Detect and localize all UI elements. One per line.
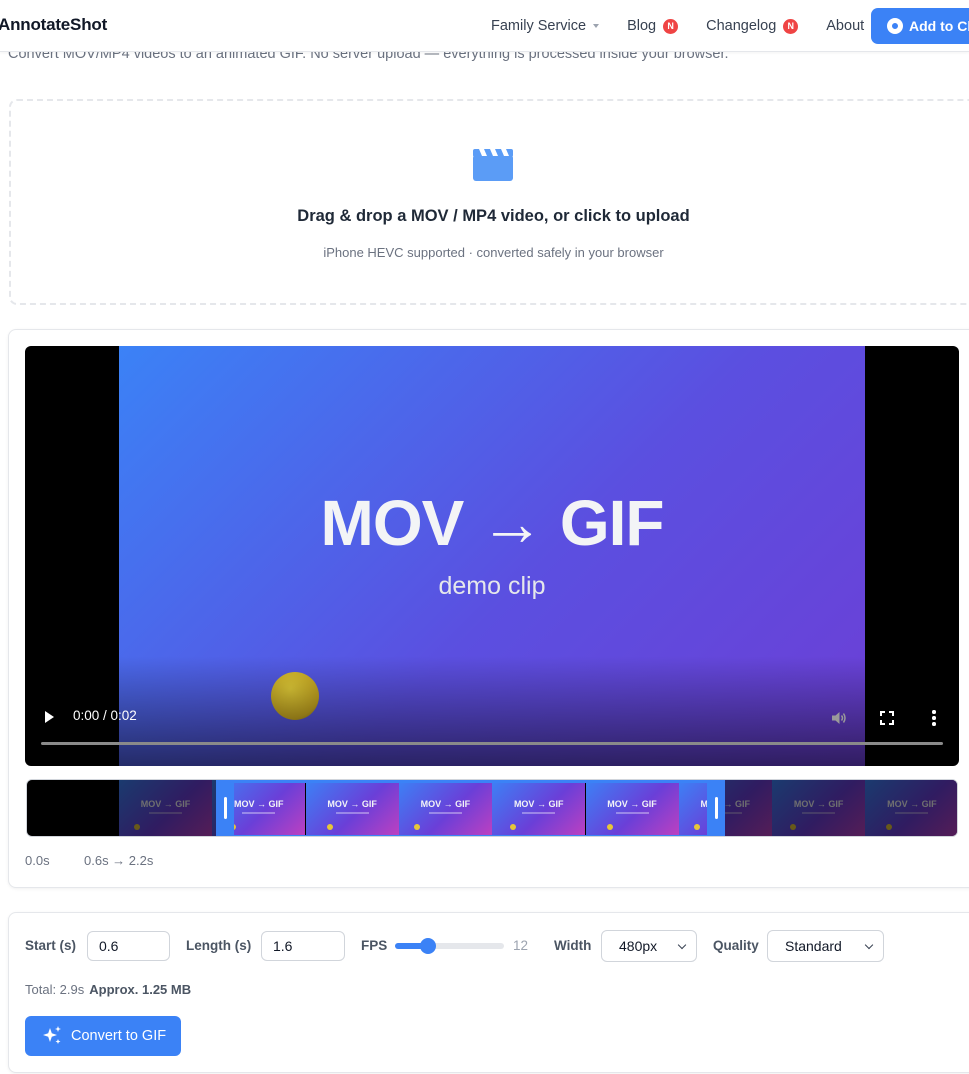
convert-to-gif-button[interactable]: Convert to GIF (25, 1016, 181, 1056)
fps-slider[interactable] (395, 938, 504, 954)
upload-dropzone[interactable]: Drag & drop a MOV / MP4 video, or click … (9, 99, 969, 305)
top-header: AnnotateShot Family Service Blog N Chang… (0, 0, 969, 52)
convert-label: Convert to GIF (71, 1028, 167, 1044)
video-frame-title: MOV → GIF (320, 487, 665, 559)
quality-select[interactable]: Standard (767, 930, 884, 962)
fps-label: FPS (361, 938, 388, 953)
sparkles-icon (43, 1026, 61, 1044)
video-player[interactable]: MOV → GIF demo clip 0:00 / 0:02 (25, 346, 959, 766)
chevron-down-icon (864, 940, 874, 950)
new-badge: N (663, 18, 679, 34)
length-label: Length (s) (186, 938, 252, 953)
clapperboard-icon (473, 149, 513, 181)
nav-blog[interactable]: Blog N (627, 18, 679, 34)
trim-start-handle[interactable] (216, 780, 234, 836)
trim-selection[interactable] (216, 780, 725, 836)
timeline-range-label: 0.6s → 2.2s (84, 853, 154, 868)
new-badge: N (783, 18, 799, 34)
nav-family-service[interactable]: Family Service (491, 18, 600, 34)
add-to-chrome-label: Add to Ch (909, 18, 969, 34)
width-select-value: 480px (619, 938, 658, 954)
quality-select-value: Standard (785, 938, 842, 954)
nav-changelog-label: Changelog (706, 18, 777, 34)
chevron-down-icon (677, 940, 687, 950)
main-nav: Family Service Blog N Changelog N About (491, 0, 892, 52)
video-frame: MOV → GIF demo clip (119, 346, 865, 766)
chevron-down-icon (593, 24, 600, 28)
length-input[interactable] (261, 931, 345, 961)
timeline-start-label: 0.0s (25, 853, 50, 868)
trim-timeline[interactable]: MOV → GIF MOV → GIF MOV → GIF MOV → GIF MOV … (26, 779, 958, 837)
dropzone-hint: iPhone HEVC supported · converted safely… (323, 245, 664, 260)
nav-changelog[interactable]: Changelog N (706, 18, 799, 34)
fps-value: 12 (513, 938, 529, 953)
approx-size: Approx. 1.25 MB (89, 982, 192, 997)
total-duration: Total: 2.9s (25, 982, 85, 997)
nav-family-service-label: Family Service (491, 18, 587, 34)
play-icon[interactable] (45, 711, 54, 723)
nav-about-label: About (826, 18, 865, 34)
video-progress-bar[interactable] (41, 742, 943, 745)
quality-label: Quality (713, 938, 759, 953)
more-options-icon[interactable] (932, 710, 936, 726)
video-time: 0:00 / 0:02 (73, 708, 137, 723)
nav-about[interactable]: About (826, 18, 864, 34)
video-frame-subtitle: demo clip (438, 572, 546, 600)
volume-icon[interactable] (831, 710, 847, 726)
fullscreen-icon[interactable] (880, 711, 894, 725)
timeline-dim-left (27, 780, 216, 836)
trim-end-handle[interactable] (707, 780, 725, 836)
width-label: Width (554, 938, 592, 953)
width-select[interactable]: 480px (601, 930, 697, 962)
add-to-chrome-button[interactable]: Add to Ch (871, 8, 969, 44)
start-input[interactable] (87, 931, 170, 961)
controls-gradient (119, 656, 865, 766)
start-label: Start (s) (25, 938, 77, 953)
fps-slider-knob[interactable] (419, 938, 436, 954)
chrome-icon (887, 18, 903, 34)
total-summary: Total: 2.9s Approx. 1.25 MB (25, 982, 191, 997)
nav-blog-label: Blog (627, 18, 657, 34)
brand-logo[interactable]: AnnotateShot (0, 15, 107, 35)
dropzone-title: Drag & drop a MOV / MP4 video, or click … (297, 207, 690, 225)
timeline-dim-right (725, 780, 957, 836)
